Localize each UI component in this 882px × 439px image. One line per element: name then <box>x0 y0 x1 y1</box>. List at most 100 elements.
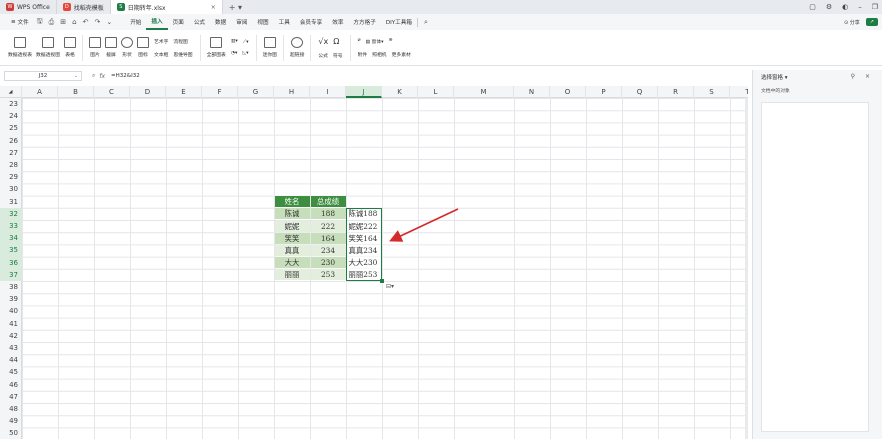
menu-formula[interactable]: 公式 <box>189 14 210 30</box>
wordart-button[interactable]: 艺术字 <box>154 38 168 45</box>
hyperlink-button[interactable]: 超链接 <box>288 32 306 64</box>
name-box[interactable]: J32 ⌄ <box>4 71 82 81</box>
row-header-36[interactable]: 36 <box>0 256 22 269</box>
row-header-43[interactable]: 43 <box>0 342 22 354</box>
row-header-30[interactable]: 30 <box>0 183 22 195</box>
column-header-T[interactable]: T <box>730 86 748 98</box>
tab-docer[interactable]: D 找稻壳模板 <box>57 0 111 14</box>
column-header-R[interactable]: R <box>658 86 694 98</box>
pivot-table-button[interactable]: 数据透视表 <box>6 32 34 64</box>
menu-review[interactable]: 审阅 <box>231 14 252 30</box>
menu-ffcell[interactable]: 方方格子 <box>348 14 380 30</box>
menu-page[interactable]: 页面 <box>168 14 189 30</box>
zoom-icon[interactable]: ⌕ <box>92 72 95 80</box>
menu-file[interactable]: ≡ 文件 <box>6 14 34 30</box>
textbox-button[interactable]: 文本框 <box>154 51 168 58</box>
select-all-corner[interactable]: ◢ <box>0 86 22 98</box>
menu-diy[interactable]: DIY工具箱 <box>381 14 417 30</box>
header-cell-score[interactable]: 总成绩 <box>310 196 346 208</box>
header-cell-name[interactable]: 姓名 <box>274 196 310 208</box>
save-icon[interactable]: 🖫 <box>34 17 46 28</box>
column-header-C[interactable]: C <box>94 86 130 98</box>
table-cell-name[interactable]: 真真 <box>274 244 310 257</box>
table-cell-result[interactable]: 笑笑164 <box>346 232 382 244</box>
all-charts-button[interactable]: 全部图表 <box>205 32 228 64</box>
table-cell-score[interactable]: 253 <box>310 269 346 281</box>
more-materials-button[interactable]: 更多素材 <box>392 51 411 58</box>
chevron-down-icon[interactable]: ⌄ <box>103 18 115 26</box>
row-header-37[interactable]: 37 <box>0 268 22 281</box>
row-header-35[interactable]: 35 <box>0 244 22 257</box>
table-cell-name[interactable]: 笑笑 <box>274 232 310 244</box>
column-header-I[interactable]: I <box>310 86 346 98</box>
attachment-button[interactable]: 附件 <box>358 51 368 58</box>
column-header-H[interactable]: H <box>274 86 310 98</box>
menu-home[interactable]: 开始 <box>125 14 146 30</box>
row-header-49[interactable]: 49 <box>0 415 22 427</box>
row-header-33[interactable]: 33 <box>0 220 22 233</box>
row-header-26[interactable]: 26 <box>0 135 22 147</box>
column-header-N[interactable]: N <box>514 86 550 98</box>
table-cell-result[interactable]: 妮妮222 <box>346 220 382 232</box>
area-chart-icon[interactable]: ◺▾ <box>242 51 248 56</box>
share-label[interactable]: ⊙ 分享 <box>844 19 860 26</box>
pie-chart-icon[interactable]: ◔▾ <box>231 51 238 56</box>
share-button[interactable]: ↗ <box>865 18 878 26</box>
column-header-L[interactable]: L <box>418 86 454 98</box>
pivot-chart-button[interactable]: 数据透视图 <box>34 32 62 64</box>
table-cell-name[interactable]: 大大 <box>274 257 310 269</box>
tab-workbook[interactable]: S 日期转年.xlsx × <box>110 0 223 14</box>
menu-view[interactable]: 视图 <box>252 14 273 30</box>
symbol-button[interactable]: 符号 <box>333 52 343 59</box>
table-cell-score[interactable]: 188 <box>310 208 346 220</box>
mindmap-button[interactable]: 思维导图 <box>173 51 192 58</box>
undo-icon[interactable]: ↶ <box>80 18 92 26</box>
row-header-25[interactable]: 25 <box>0 122 22 134</box>
row-header-40[interactable]: 40 <box>0 305 22 317</box>
column-header-E[interactable]: E <box>166 86 202 98</box>
row-header-32[interactable]: 32 <box>0 207 22 220</box>
line-chart-icon[interactable]: ⟋▾ <box>243 39 249 45</box>
vertical-scrollbar[interactable] <box>745 98 748 439</box>
column-header-B[interactable]: B <box>58 86 94 98</box>
menu-member[interactable]: 会员专享 <box>295 14 327 30</box>
row-header-27[interactable]: 27 <box>0 147 22 159</box>
tab-wps-office[interactable]: W WPS Office <box>0 0 57 14</box>
column-header-Q[interactable]: Q <box>622 86 658 98</box>
column-header-S[interactable]: S <box>694 86 730 98</box>
column-header-K[interactable]: K <box>382 86 418 98</box>
row-header-28[interactable]: 28 <box>0 159 22 171</box>
restore-icon[interactable]: ❐ <box>872 3 878 11</box>
icon-button[interactable]: 图标 <box>135 32 151 64</box>
table-cell-score[interactable]: 164 <box>310 232 346 244</box>
column-header-D[interactable]: D <box>130 86 166 98</box>
row-header-46[interactable]: 46 <box>0 379 22 391</box>
object-list[interactable] <box>761 102 869 432</box>
avatar[interactable]: ◐ <box>842 3 848 11</box>
preview-icon[interactable]: ⊞ <box>57 18 69 26</box>
row-header-45[interactable]: 45 <box>0 366 22 378</box>
row-header-42[interactable]: 42 <box>0 330 22 342</box>
table-cell-name[interactable]: 陈诚 <box>274 208 310 220</box>
fill-handle[interactable] <box>380 279 384 283</box>
row-header-48[interactable]: 48 <box>0 403 22 415</box>
menu-tools[interactable]: 工具 <box>274 14 295 30</box>
column-header-M[interactable]: M <box>454 86 514 98</box>
row-header-47[interactable]: 47 <box>0 391 22 403</box>
spreadsheet-grid[interactable]: A B C D E F G H I J K L M N O P Q R S T ◢ 23 24 25 26 27 28 29 30 31… <box>0 86 748 439</box>
table-cell-score[interactable]: 234 <box>310 244 346 257</box>
paste-options-icon[interactable]: ⊟▾ <box>386 283 394 290</box>
table-cell-name[interactable]: 妮妮 <box>274 220 310 232</box>
flowchart-button[interactable]: 流程图 <box>173 38 187 45</box>
row-header-31[interactable]: 31 <box>0 196 22 208</box>
column-chart-icon[interactable]: ▥▾ <box>231 39 238 45</box>
column-header-J[interactable]: J <box>346 86 382 98</box>
table-cell-result[interactable]: 丽丽253 <box>346 269 382 281</box>
menu-insert[interactable]: 插入 <box>146 14 168 30</box>
row-header-34[interactable]: 34 <box>0 232 22 245</box>
row-header-24[interactable]: 24 <box>0 110 22 122</box>
menu-efficiency[interactable]: 效率 <box>327 14 348 30</box>
layout-icon[interactable]: ▢ <box>809 3 816 11</box>
redo-icon[interactable]: ↷ <box>91 18 103 26</box>
close-icon[interactable]: × <box>211 4 216 11</box>
